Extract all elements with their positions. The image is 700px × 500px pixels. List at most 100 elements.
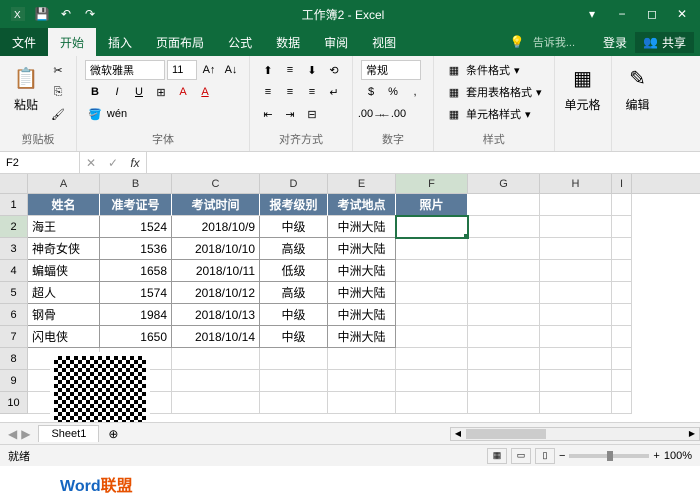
- tab-formulas[interactable]: 公式: [216, 28, 264, 56]
- cell[interactable]: 1536: [100, 238, 172, 260]
- cell[interactable]: [612, 260, 632, 282]
- fill-handle[interactable]: [464, 234, 468, 238]
- cell[interactable]: 中洲大陆: [328, 260, 396, 282]
- cell[interactable]: 中洲大陆: [328, 326, 396, 348]
- phonetic-icon[interactable]: wén: [107, 104, 127, 124]
- row-header-1[interactable]: 1: [0, 194, 28, 216]
- fx-icon[interactable]: fx: [124, 152, 146, 174]
- cell[interactable]: [468, 282, 540, 304]
- cell[interactable]: 高级: [260, 238, 328, 260]
- row-header-6[interactable]: 6: [0, 304, 28, 326]
- cell[interactable]: [396, 326, 468, 348]
- decrease-decimal-icon[interactable]: ←.00: [383, 104, 403, 124]
- cell[interactable]: 1658: [100, 260, 172, 282]
- col-header-F[interactable]: F: [396, 174, 468, 193]
- cell[interactable]: 姓名: [28, 194, 100, 216]
- excel-icon[interactable]: X: [8, 4, 28, 24]
- row-header-3[interactable]: 3: [0, 238, 28, 260]
- cell[interactable]: [396, 238, 468, 260]
- ribbon-options-icon[interactable]: ▾: [578, 4, 606, 24]
- zoom-in-icon[interactable]: +: [653, 450, 659, 462]
- add-sheet-icon[interactable]: ⊕: [103, 424, 123, 444]
- comma-icon[interactable]: ,: [405, 82, 425, 102]
- cell[interactable]: 考试地点: [328, 194, 396, 216]
- cell[interactable]: 超人: [28, 282, 100, 304]
- redo-icon[interactable]: ↷: [80, 4, 100, 24]
- align-right-icon[interactable]: ≡: [302, 82, 322, 102]
- cell[interactable]: [396, 216, 468, 238]
- decrease-indent-icon[interactable]: ⇤: [258, 104, 278, 124]
- scroll-right-icon[interactable]: ▶: [685, 428, 699, 440]
- cancel-formula-icon[interactable]: ✕: [80, 152, 102, 174]
- cell[interactable]: 中级: [260, 326, 328, 348]
- cells-button[interactable]: ▦ 单元格: [563, 60, 603, 115]
- cell[interactable]: 照片: [396, 194, 468, 216]
- table-format-button[interactable]: ▦套用表格格式▾: [442, 82, 546, 102]
- tab-layout[interactable]: 页面布局: [144, 28, 216, 56]
- cell[interactable]: 闪电侠: [28, 326, 100, 348]
- merge-icon[interactable]: ⊟: [302, 104, 322, 124]
- cell[interactable]: 1650: [100, 326, 172, 348]
- cell[interactable]: [612, 304, 632, 326]
- save-icon[interactable]: 💾: [32, 4, 52, 24]
- orientation-icon[interactable]: ⟲: [324, 60, 344, 80]
- cell[interactable]: [468, 348, 540, 370]
- tab-review[interactable]: 审阅: [312, 28, 360, 56]
- page-layout-view-icon[interactable]: ▭: [511, 448, 531, 464]
- cell[interactable]: [540, 370, 612, 392]
- cell[interactable]: 报考级别: [260, 194, 328, 216]
- cell[interactable]: [260, 392, 328, 414]
- font-color-icon[interactable]: A: [195, 82, 215, 102]
- cell[interactable]: [468, 194, 540, 216]
- cell[interactable]: [468, 370, 540, 392]
- align-top-icon[interactable]: ⬆: [258, 60, 278, 80]
- enter-formula-icon[interactable]: ✓: [102, 152, 124, 174]
- name-box[interactable]: F2: [0, 152, 80, 173]
- cell[interactable]: [612, 216, 632, 238]
- cell[interactable]: [540, 392, 612, 414]
- cell[interactable]: [172, 392, 260, 414]
- cell[interactable]: [396, 282, 468, 304]
- col-header-D[interactable]: D: [260, 174, 328, 193]
- cell[interactable]: 中洲大陆: [328, 282, 396, 304]
- cell-style-button[interactable]: ▦单元格样式▾: [442, 104, 546, 124]
- col-header-G[interactable]: G: [468, 174, 540, 193]
- cell[interactable]: [612, 392, 632, 414]
- cell[interactable]: [468, 238, 540, 260]
- align-middle-icon[interactable]: ≡: [280, 60, 300, 80]
- editing-button[interactable]: ✎ 编辑: [620, 60, 656, 115]
- cell[interactable]: [172, 370, 260, 392]
- row-header-5[interactable]: 5: [0, 282, 28, 304]
- copy-icon[interactable]: ⎘: [48, 82, 68, 102]
- row-header-9[interactable]: 9: [0, 370, 28, 392]
- cell[interactable]: 2018/10/12: [172, 282, 260, 304]
- cell[interactable]: 钢骨: [28, 304, 100, 326]
- cell[interactable]: 神奇女侠: [28, 238, 100, 260]
- cell[interactable]: [612, 326, 632, 348]
- normal-view-icon[interactable]: ▦: [487, 448, 507, 464]
- cell[interactable]: [396, 348, 468, 370]
- minimize-icon[interactable]: −: [608, 4, 636, 24]
- cell[interactable]: [540, 260, 612, 282]
- border-icon[interactable]: ⊞: [151, 82, 171, 102]
- cell[interactable]: 准考证号: [100, 194, 172, 216]
- cell[interactable]: 中洲大陆: [328, 238, 396, 260]
- bold-button[interactable]: B: [85, 82, 105, 102]
- login-link[interactable]: 登录: [603, 34, 627, 51]
- currency-icon[interactable]: $: [361, 82, 381, 102]
- cell[interactable]: 1984: [100, 304, 172, 326]
- cell[interactable]: [260, 348, 328, 370]
- cell[interactable]: [328, 392, 396, 414]
- cell[interactable]: [468, 326, 540, 348]
- sheet-nav-next-icon[interactable]: ▶: [21, 427, 30, 441]
- share-button[interactable]: 👥 共享: [635, 32, 694, 53]
- row-header-2[interactable]: 2: [0, 216, 28, 238]
- cut-icon[interactable]: ✂: [48, 60, 68, 80]
- tell-me[interactable]: 告诉我...: [533, 34, 575, 50]
- cell[interactable]: [468, 260, 540, 282]
- sheet-nav-prev-icon[interactable]: ◀: [8, 427, 17, 441]
- restore-icon[interactable]: ◻: [638, 4, 666, 24]
- tab-home[interactable]: 开始: [48, 28, 96, 56]
- cell[interactable]: 1574: [100, 282, 172, 304]
- tab-insert[interactable]: 插入: [96, 28, 144, 56]
